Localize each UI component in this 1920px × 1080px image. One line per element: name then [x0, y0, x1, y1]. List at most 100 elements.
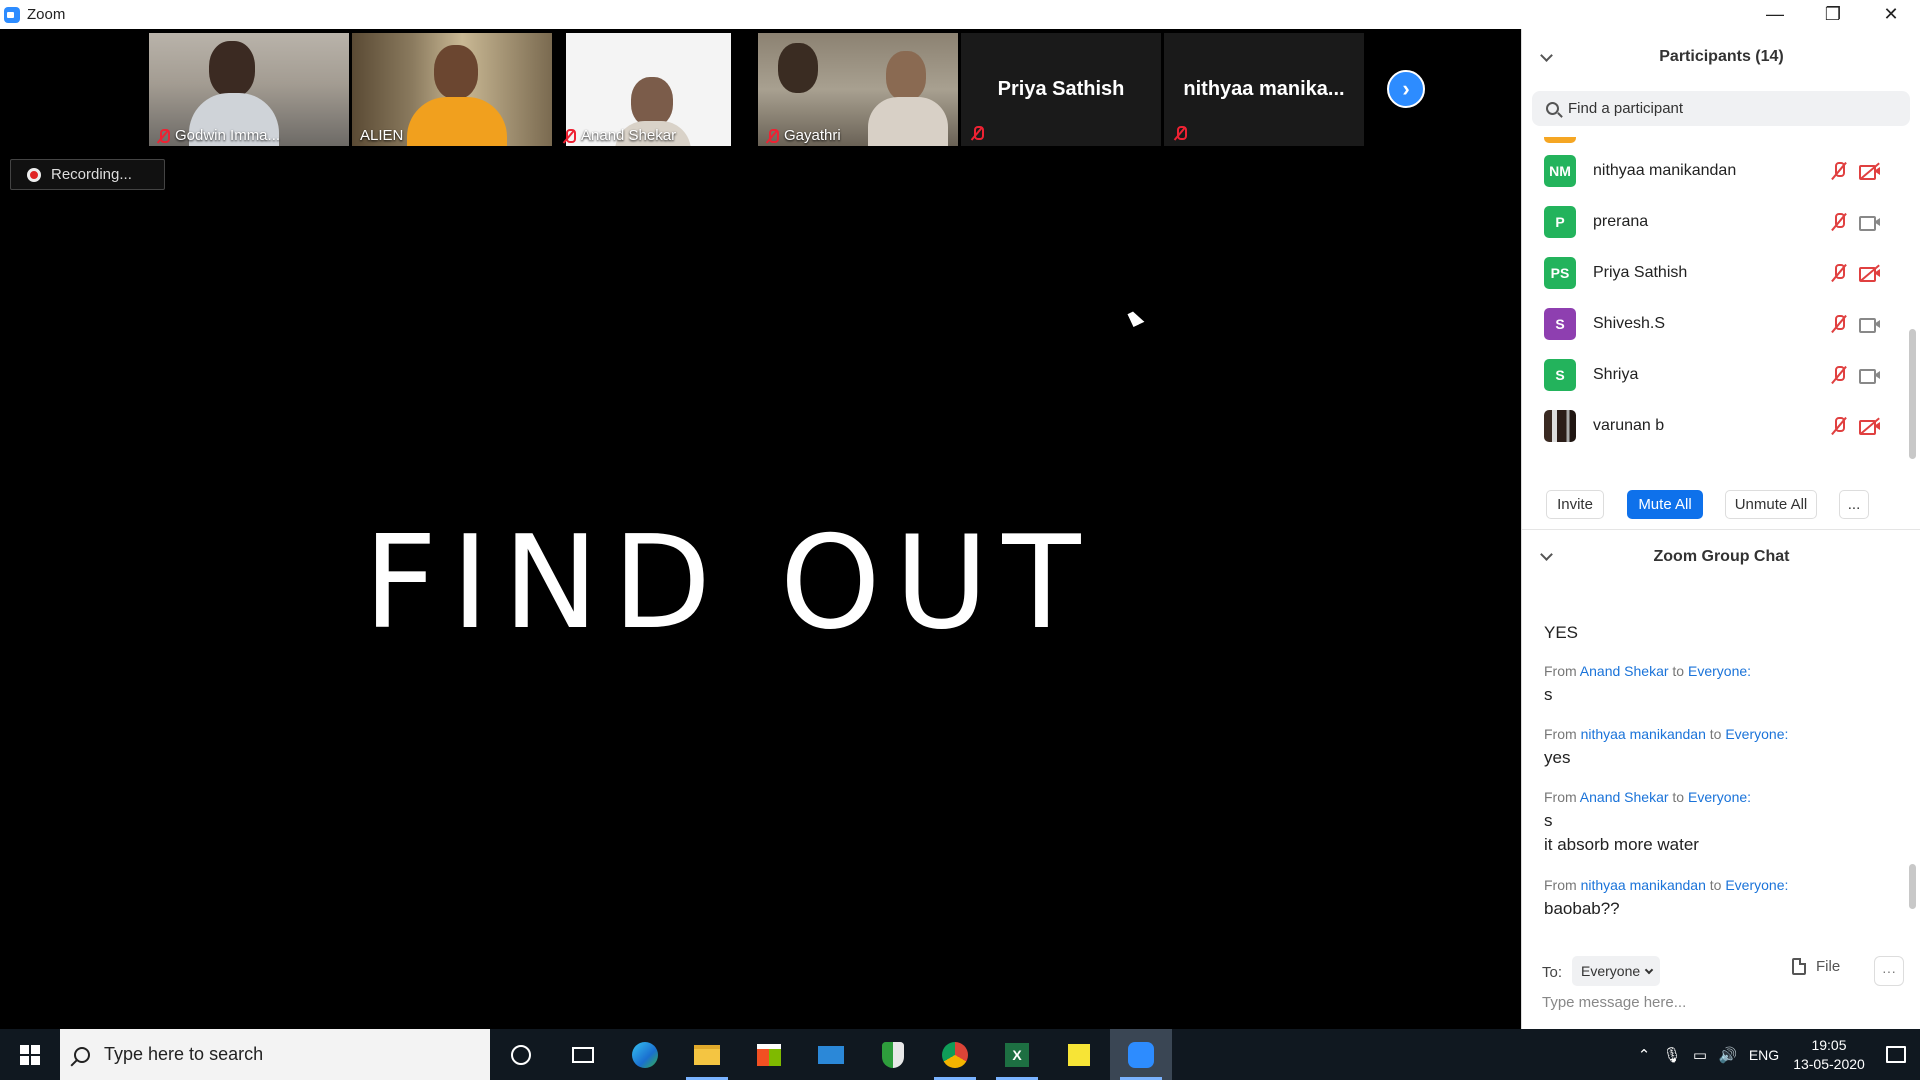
task-view-button[interactable] — [552, 1029, 614, 1080]
mic-muted-icon[interactable] — [1829, 211, 1849, 233]
video-camera-icon[interactable] — [1859, 215, 1881, 231]
more-options-button[interactable]: ... — [1839, 490, 1869, 519]
participant-row[interactable]: P prerana — [1522, 196, 1912, 247]
avatar-photo — [1544, 409, 1576, 442]
file-button[interactable]: File — [1792, 958, 1840, 975]
battery-icon[interactable]: ▭ — [1686, 1046, 1714, 1064]
window-controls: — ❐ ✕ — [1746, 0, 1920, 29]
taskbar-app-mail[interactable] — [800, 1029, 862, 1080]
video-thumbnail-active-speaker[interactable]: ALIEN — [352, 33, 552, 146]
avatar: P — [1544, 205, 1576, 238]
video-thumbnail-no-video[interactable]: Priya Sathish — [961, 33, 1161, 146]
edge-icon — [632, 1041, 658, 1068]
chat-message-meta: From nithyaa manikandan to Everyone: — [1544, 877, 1788, 893]
windows-taskbar: Type here to search X ⌃ 🎙 ▭ 🔊 ENG 19:05 … — [0, 1029, 1920, 1080]
thumbnail-label: Anand Shekar — [563, 127, 676, 144]
thumbnail-label: ALIEN — [360, 127, 403, 144]
mic-muted-icon[interactable] — [1829, 160, 1849, 182]
video-thumbnail[interactable]: Anand Shekar — [555, 33, 755, 146]
taskbar-search[interactable]: Type here to search — [60, 1029, 490, 1080]
mic-muted-icon[interactable] — [1829, 415, 1849, 437]
to-word: to — [1672, 789, 1685, 805]
participants-scrollbar[interactable] — [1909, 329, 1916, 459]
file-label: File — [1816, 958, 1841, 975]
taskbar-app-chrome[interactable] — [924, 1029, 986, 1080]
mic-muted-icon — [157, 128, 170, 143]
close-button[interactable]: ✕ — [1862, 0, 1920, 29]
cortana-button[interactable] — [490, 1029, 552, 1080]
chat-message-text: s — [1544, 685, 1553, 704]
message-input[interactable] — [1542, 994, 1902, 1011]
sender-name[interactable]: Anand Shekar — [1580, 789, 1669, 805]
to-word: to — [1672, 663, 1685, 679]
taskbar-app-edge[interactable] — [614, 1029, 676, 1080]
mic-muted-icon — [766, 128, 779, 143]
microphone-icon[interactable]: 🎙 — [1658, 1046, 1686, 1064]
taskbar-app-vpn[interactable] — [862, 1029, 924, 1080]
recipient-select[interactable]: Everyone — [1572, 956, 1660, 986]
start-button[interactable] — [0, 1029, 60, 1080]
participant-name: Priya Sathish — [1593, 263, 1688, 281]
taskbar-app-sticky-notes[interactable] — [1048, 1029, 1110, 1080]
chevron-down-icon[interactable] — [1540, 548, 1553, 561]
unmute-all-button[interactable]: Unmute All — [1725, 490, 1817, 519]
mute-all-button[interactable]: Mute All — [1627, 490, 1703, 519]
participant-row[interactable]: PS Priya Sathish — [1522, 247, 1912, 298]
avatar: S — [1544, 307, 1576, 340]
chat-message-text: baobab?? — [1544, 899, 1620, 918]
chat-scrollbar[interactable] — [1909, 864, 1916, 909]
clock-date: 13-05-2020 — [1793, 1055, 1865, 1072]
invite-button[interactable]: Invite — [1546, 490, 1604, 519]
participant-search-input[interactable] — [1568, 100, 1888, 117]
video-off-icon[interactable] — [1859, 417, 1881, 435]
video-thumbnail[interactable]: Gayathri — [758, 33, 958, 146]
recipient-name[interactable]: Everyone: — [1688, 663, 1751, 679]
sender-name[interactable]: Anand Shekar — [1580, 663, 1669, 679]
video-thumbnail-no-video[interactable]: nithyaa manika... — [1164, 33, 1364, 146]
video-thumbnail[interactable]: Godwin Imma... — [149, 33, 349, 146]
sender-name[interactable]: nithyaa manikandan — [1581, 726, 1706, 742]
video-off-icon[interactable] — [1859, 162, 1881, 180]
next-page-button[interactable]: › — [1387, 70, 1425, 108]
chevron-up-icon[interactable]: ⌃ — [1630, 1046, 1658, 1064]
video-camera-icon[interactable] — [1859, 317, 1881, 333]
thumbnail-label: Gayathri — [766, 127, 841, 144]
windows-logo-icon — [20, 1044, 40, 1065]
from-word: From — [1544, 726, 1577, 742]
search-icon — [74, 1046, 90, 1063]
clock[interactable]: 19:05 13-05-2020 — [1786, 1036, 1872, 1074]
window-title: Zoom — [27, 6, 66, 23]
to-word: to — [1709, 726, 1722, 742]
taskbar-app-file-explorer[interactable] — [676, 1029, 738, 1080]
mic-muted-icon[interactable] — [1829, 313, 1849, 335]
participant-actions: Invite Mute All Unmute All ... — [1522, 482, 1920, 527]
sender-name[interactable]: nithyaa manikandan — [1581, 877, 1706, 893]
chat-more-button[interactable]: ··· — [1874, 956, 1904, 986]
video-camera-icon[interactable] — [1859, 368, 1881, 384]
recording-indicator[interactable]: Recording... — [10, 159, 165, 190]
title-bar: Zoom — ❐ ✕ — [0, 0, 1920, 29]
recipient-name[interactable]: Everyone: — [1725, 726, 1788, 742]
participant-name-tile: Priya Sathish — [961, 33, 1161, 146]
video-off-icon[interactable] — [1859, 264, 1881, 282]
volume-icon[interactable]: 🔊 — [1714, 1046, 1742, 1064]
from-word: From — [1544, 663, 1577, 679]
participant-row[interactable]: NM nithyaa manikandan — [1522, 145, 1912, 196]
maximize-button[interactable]: ❐ — [1804, 0, 1862, 29]
chevron-down-icon[interactable] — [1540, 49, 1553, 62]
mic-muted-icon[interactable] — [1829, 262, 1849, 284]
participant-row[interactable]: S Shivesh.S — [1522, 298, 1912, 349]
recipient-name[interactable]: Everyone: — [1688, 789, 1751, 805]
language-indicator[interactable]: ENG — [1742, 1047, 1786, 1063]
taskbar-app-excel[interactable]: X — [986, 1029, 1048, 1080]
recipient-name[interactable]: Everyone: — [1725, 877, 1788, 893]
participant-row[interactable]: varunan b — [1522, 400, 1912, 451]
participant-row[interactable]: S Shriya — [1522, 349, 1912, 400]
shared-screen-text: FIND OUT — [363, 509, 1095, 658]
mic-muted-icon — [971, 126, 984, 140]
taskbar-app-store[interactable] — [738, 1029, 800, 1080]
mic-muted-icon[interactable] — [1829, 364, 1849, 386]
taskbar-app-zoom[interactable] — [1110, 1029, 1172, 1080]
minimize-button[interactable]: — — [1746, 0, 1804, 29]
notification-center-button[interactable] — [1872, 1029, 1920, 1080]
